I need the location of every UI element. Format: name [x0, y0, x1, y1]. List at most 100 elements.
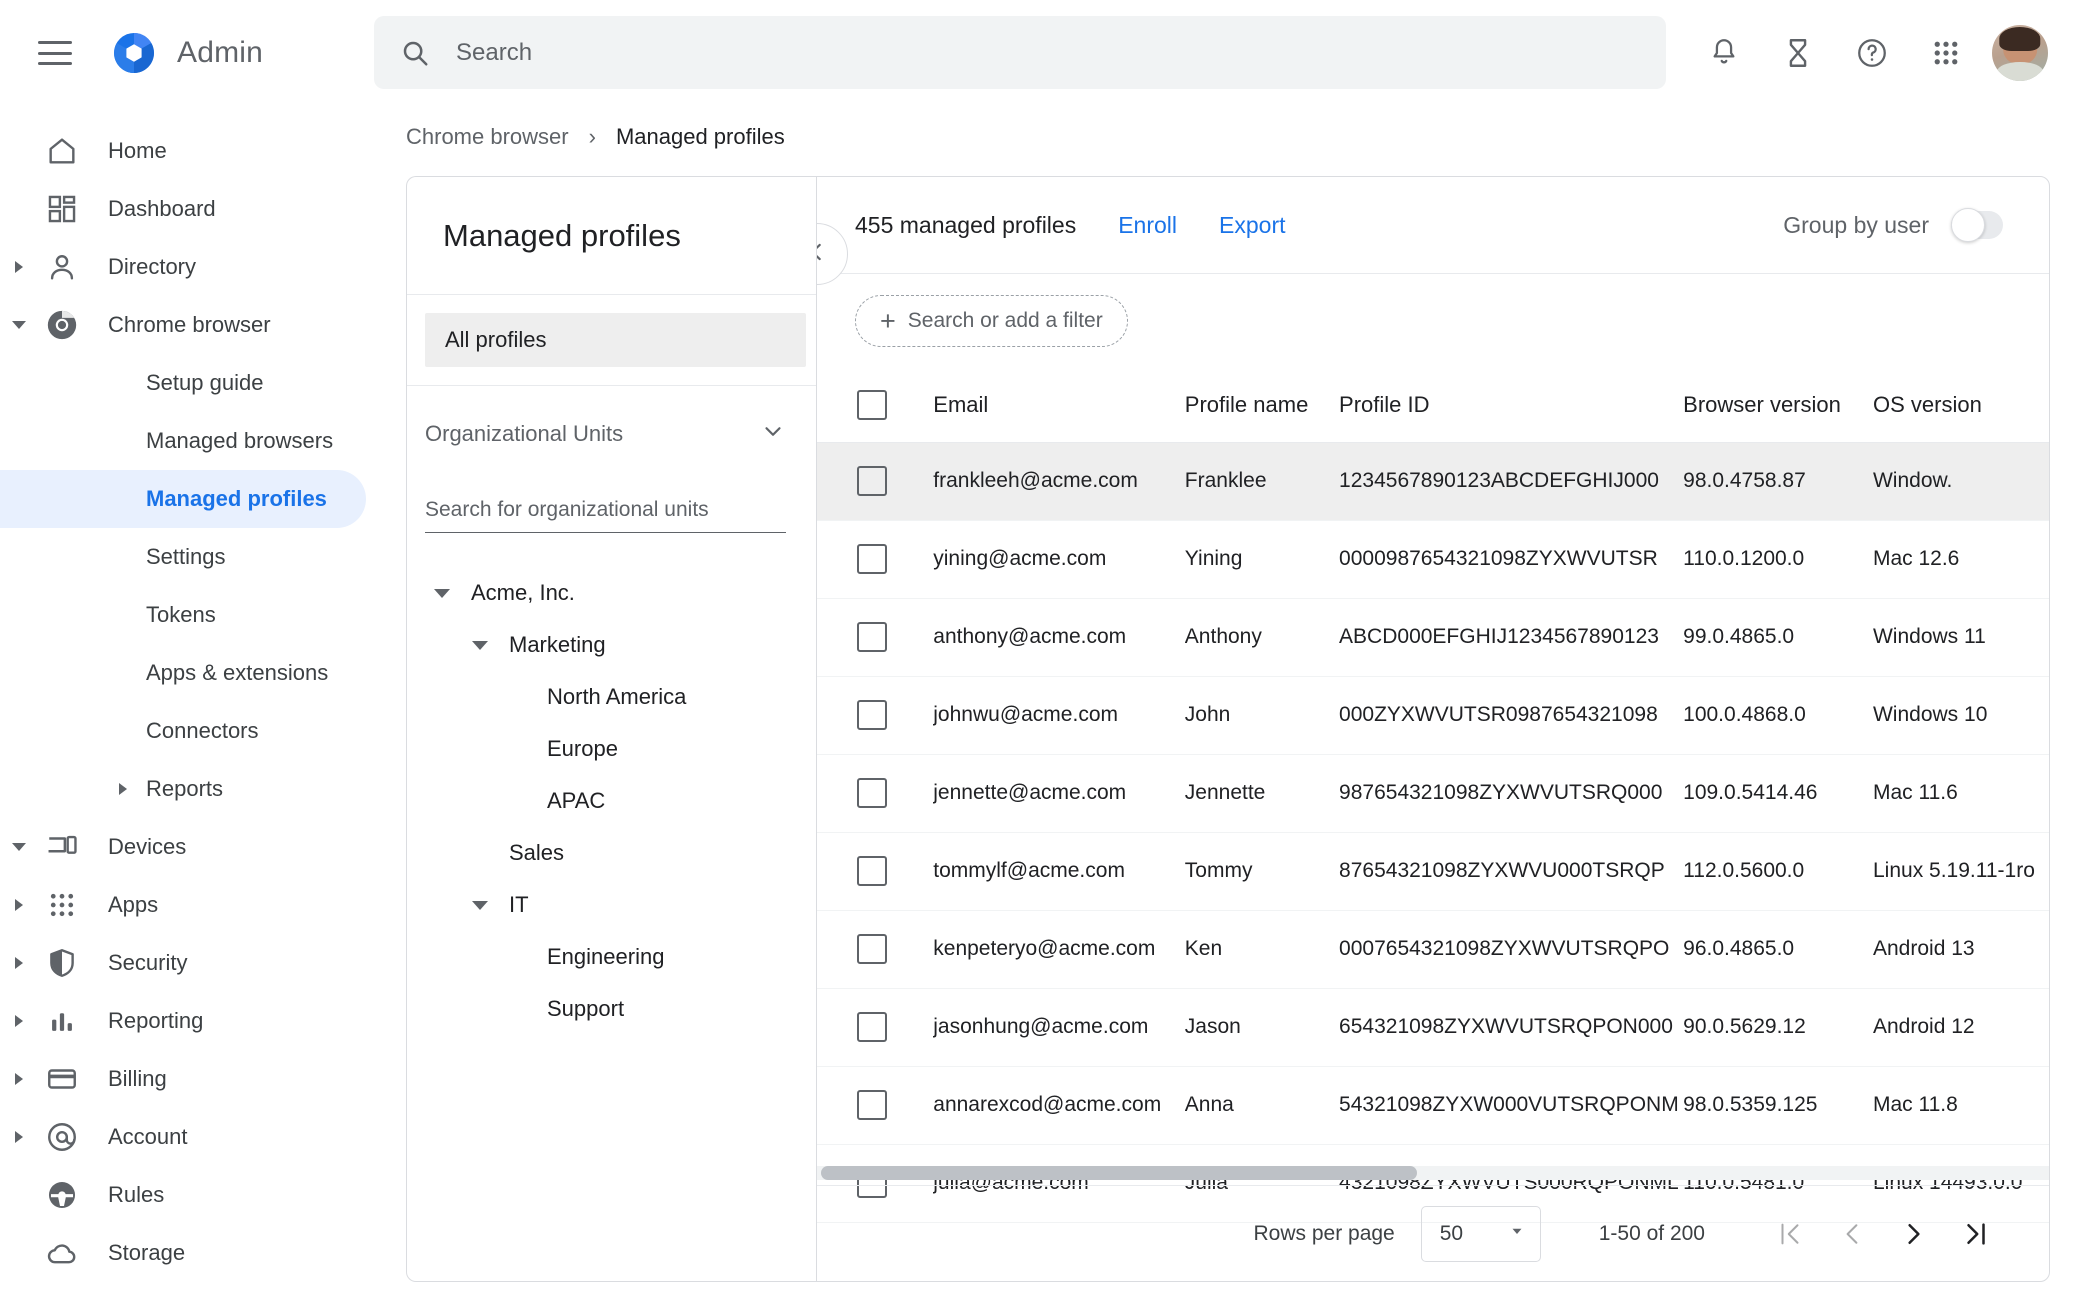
organizational-units-toggle[interactable]: Organizational Units	[407, 400, 816, 468]
sidebar-item-apps[interactable]: Apps	[0, 876, 366, 934]
sidebar-item-home[interactable]: Home	[0, 122, 366, 180]
caret-down-icon[interactable]	[467, 632, 493, 658]
hourglass-icon[interactable]	[1770, 25, 1826, 81]
global-search[interactable]	[374, 16, 1666, 89]
brand[interactable]: Admin	[112, 31, 263, 75]
caret-down-icon[interactable]	[8, 296, 30, 354]
sidebar-item-security[interactable]: Security	[0, 934, 366, 992]
caret-down-icon[interactable]	[8, 818, 30, 876]
group-by-user-toggle[interactable]	[1951, 208, 2003, 242]
row-checkbox[interactable]	[857, 466, 887, 496]
sidebar-item-managed-browsers[interactable]: Managed browsers	[0, 412, 366, 470]
org-unit-search[interactable]	[425, 498, 786, 533]
sidebar-item-rules[interactable]: Rules	[0, 1166, 366, 1224]
sidebar-item-managed-profiles[interactable]: Managed profiles	[0, 470, 366, 528]
sidebar-item-billing[interactable]: Billing	[0, 1050, 366, 1108]
sidebar-item-apps-extensions[interactable]: Apps & extensions	[0, 644, 366, 702]
select-all-checkbox[interactable]	[857, 389, 887, 420]
caret-right-icon[interactable]	[8, 934, 30, 992]
org-unit-node[interactable]: North America	[407, 671, 816, 723]
org-unit-node[interactable]: Acme, Inc.	[407, 567, 816, 619]
org-unit-search-input[interactable]	[425, 498, 786, 533]
table-row[interactable]: frankleeh@acme.com Franklee 1234567890123A…	[817, 442, 2049, 520]
org-unit-node[interactable]: APAC	[407, 775, 816, 827]
group-by-user-label: Group by user	[1783, 211, 1929, 238]
notifications-bell-icon[interactable]	[1696, 25, 1752, 81]
column-header-browser-version[interactable]: Browser version	[1683, 368, 1873, 442]
table-row[interactable]: annarexcod@acme.com Anna 54321098ZYXW000VU…	[817, 1066, 2049, 1144]
sidebar-item-connectors[interactable]: Connectors	[0, 702, 366, 760]
caret-right-icon[interactable]	[112, 760, 134, 818]
search-input[interactable]	[456, 38, 1640, 67]
table-row[interactable]: jasonhung@acme.com Jason 654321098ZYXWVUTS…	[817, 988, 2049, 1066]
org-unit-node[interactable]: Marketing	[407, 619, 816, 671]
column-header-email[interactable]: Email	[933, 368, 1185, 442]
table-row[interactable]: kenpeteryo@acme.com Ken 0007654321098ZYXWV…	[817, 910, 2049, 988]
caret-right-icon[interactable]	[8, 992, 30, 1050]
caret-right-icon[interactable]	[8, 1108, 30, 1166]
table-row[interactable]: yining@acme.com Yining 0000987654321098ZYX…	[817, 520, 2049, 598]
row-profile-name: Jason	[1184, 1015, 1241, 1038]
account-avatar[interactable]	[1992, 25, 2048, 81]
table-row[interactable]: anthony@acme.com Anthony ABCD000EFGHIJ1234…	[817, 598, 2049, 676]
breadcrumb-parent[interactable]: Chrome browser	[406, 124, 569, 150]
help-question-icon[interactable]	[1844, 25, 1900, 81]
menu-hamburger-icon[interactable]	[38, 41, 72, 65]
row-checkbox[interactable]	[857, 1090, 887, 1120]
sidebar-item-reports[interactable]: Reports	[0, 760, 366, 818]
row-checkbox[interactable]	[857, 934, 887, 964]
plus-icon: +	[880, 305, 896, 336]
org-unit-node[interactable]: Support	[407, 983, 816, 1035]
caret-right-icon[interactable]	[8, 1050, 30, 1108]
pagination-range: 1-50 of 200	[1598, 1221, 1705, 1245]
row-checkbox[interactable]	[857, 778, 887, 808]
search-or-add-filter-chip[interactable]: + Search or add a filter	[855, 295, 1128, 347]
apps-grid-icon[interactable]	[1918, 25, 1974, 81]
previous-page-icon[interactable]	[1821, 1203, 1883, 1265]
caret-down-icon[interactable]	[429, 580, 455, 606]
primary-sidebar: Home Dashboard Directory Chrome browser Setu…	[0, 106, 366, 1302]
sidebar-item-setup-guide[interactable]: Setup guide	[0, 354, 366, 412]
row-checkbox[interactable]	[857, 544, 887, 574]
row-checkbox[interactable]	[857, 856, 887, 886]
row-checkbox-cell	[817, 1066, 933, 1144]
row-checkbox[interactable]	[857, 1012, 887, 1042]
rows-per-page-select[interactable]: 50	[1420, 1205, 1541, 1262]
org-unit-node[interactable]: IT	[407, 879, 816, 931]
sidebar-item-chrome-browser[interactable]: Chrome browser	[0, 296, 366, 354]
org-unit-node[interactable]: Engineering	[407, 931, 816, 983]
next-page-icon[interactable]	[1883, 1203, 1945, 1265]
sidebar-item-devices[interactable]: Devices	[0, 818, 366, 876]
row-profile-id: 87654321098ZYXWVU000TSRQP	[1339, 859, 1665, 882]
row-profile-name: Anna	[1184, 1093, 1234, 1116]
horizontal-scrollbar-thumb[interactable]	[821, 1166, 1417, 1180]
sidebar-item-reporting[interactable]: Reporting	[0, 992, 366, 1050]
table-row[interactable]: tommylf@acme.com Tommy 87654321098ZYXWVU00…	[817, 832, 2049, 910]
sidebar-item-tokens[interactable]: Tokens	[0, 586, 366, 644]
column-header-profile-name[interactable]: Profile name	[1185, 368, 1339, 442]
main-content: Chrome browser › Managed profiles Manage…	[366, 106, 2082, 1302]
export-button[interactable]: Export	[1219, 212, 1285, 239]
column-header-os-version[interactable]: OS version	[1873, 368, 2049, 442]
column-header-profile-id[interactable]: Profile ID	[1339, 368, 1683, 442]
all-profiles-item[interactable]: All profiles	[425, 313, 806, 367]
org-unit-node[interactable]: Europe	[407, 723, 816, 775]
caret-down-icon[interactable]	[467, 892, 493, 918]
horizontal-scrollbar[interactable]	[817, 1161, 2049, 1185]
caret-right-icon[interactable]	[8, 876, 30, 934]
table-row[interactable]: jennette@acme.com Jennette 987654321098ZYX…	[817, 754, 2049, 832]
table-row[interactable]: johnwu@acme.com John 000ZYXWVUTSR098765432…	[817, 676, 2049, 754]
sidebar-item-dashboard[interactable]: Dashboard	[0, 180, 366, 238]
last-page-icon[interactable]	[1945, 1203, 2007, 1265]
pagination-bar: Rows per page 50 1-50 of 200	[817, 1185, 2049, 1281]
sidebar-item-storage[interactable]: Storage	[0, 1224, 366, 1282]
enroll-button[interactable]: Enroll	[1118, 212, 1177, 239]
sidebar-item-settings[interactable]: Settings	[0, 528, 366, 586]
caret-right-icon[interactable]	[8, 238, 30, 296]
first-page-icon[interactable]	[1759, 1203, 1821, 1265]
sidebar-item-directory[interactable]: Directory	[0, 238, 366, 296]
org-unit-node[interactable]: Sales	[407, 827, 816, 879]
sidebar-item-account[interactable]: Account	[0, 1108, 366, 1166]
row-checkbox[interactable]	[857, 622, 887, 652]
row-checkbox[interactable]	[857, 700, 887, 730]
